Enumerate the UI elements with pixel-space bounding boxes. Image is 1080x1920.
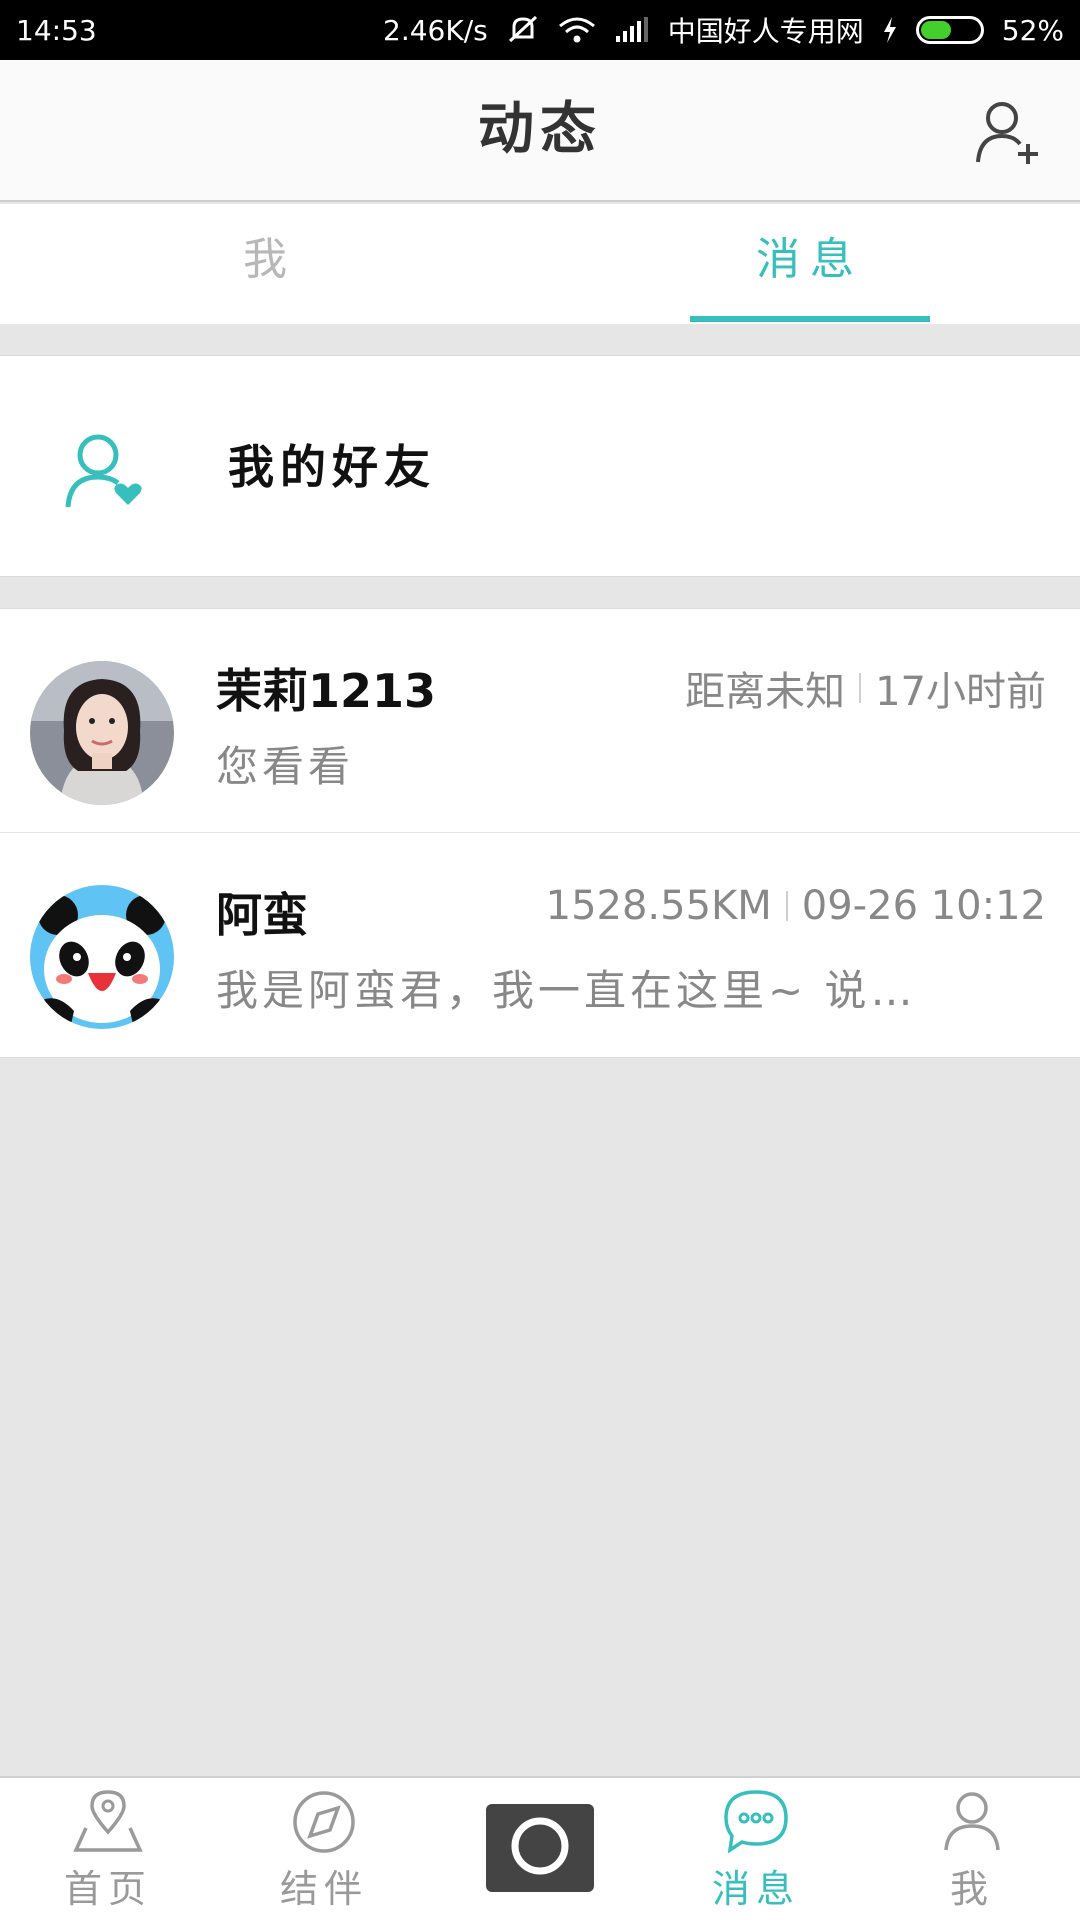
distance-text: 距离未知 (685, 669, 846, 715)
nav-camera[interactable] (432, 1778, 648, 1920)
camera-icon (511, 1817, 569, 1875)
camera-button[interactable] (486, 1804, 594, 1892)
chat-bubble-icon (724, 1790, 788, 1854)
mute-icon (506, 15, 540, 45)
panda-icon (30, 885, 174, 1029)
nav-messages[interactable]: 消息 (648, 1778, 864, 1920)
nav-companion-label: 结伴 (279, 1867, 368, 1911)
nav-home[interactable]: 首页 (0, 1778, 216, 1920)
person-icon (944, 1792, 1000, 1851)
timestamp: 09-26 10:12 (801, 883, 1046, 929)
nav-me[interactable]: 我 (864, 1778, 1080, 1920)
status-time: 14:53 (16, 13, 97, 47)
battery-percent: 52% (1001, 13, 1064, 47)
top-bar: 动态 (0, 60, 1080, 202)
woman-portrait-avatar (30, 661, 174, 805)
divider (785, 891, 788, 921)
message-meta: 1528.55KM 09-26 10:12 (546, 883, 1046, 929)
wifi-icon (558, 16, 596, 44)
message-preview: 您看看 (216, 742, 355, 791)
battery-icon (915, 16, 984, 44)
timestamp: 17小时前 (875, 669, 1046, 715)
my-friends-row[interactable]: 我的好友 (0, 355, 1080, 577)
message-item[interactable]: 茉莉1213 距离未知 17小时前 您看看 (0, 609, 1080, 833)
tab-messages[interactable]: 消息 (540, 204, 1080, 324)
contact-name: 阿蛮 (216, 888, 308, 942)
message-list: 茉莉1213 距离未知 17小时前 您看看 阿蛮 1528.55KM 09-26… (0, 608, 1080, 1058)
status-right: 2.46K/s 中国好人专用网 52% (383, 10, 1064, 50)
battery-fill (920, 21, 951, 39)
message-preview: 我是阿蛮君，我一直在这里~ 说… (216, 966, 917, 1015)
my-friends-label: 我的好友 (228, 440, 436, 494)
bottom-nav: 首页 结伴 消息 我 (0, 1776, 1080, 1920)
nav-home-label: 首页 (63, 1867, 152, 1911)
distance-text: 1528.55KM (545, 883, 772, 929)
compass-icon (293, 1791, 355, 1853)
signal-icon (614, 16, 650, 44)
nav-messages-label: 消息 (711, 1867, 800, 1911)
avatar[interactable] (30, 885, 174, 1029)
message-meta: 距离未知 17小时前 (685, 659, 1046, 717)
net-speed: 2.46K/s (383, 13, 488, 47)
divider (859, 673, 862, 703)
avatar[interactable] (30, 661, 174, 805)
friends-heart-icon (65, 434, 142, 508)
location-pin-icon (73, 1790, 143, 1852)
add-friend-button[interactable] (974, 98, 1042, 166)
carrier-name: 中国好人专用网 (667, 15, 864, 48)
tab-me[interactable]: 我 (0, 204, 540, 324)
add-person-icon (976, 102, 1038, 164)
nav-companion[interactable]: 结伴 (216, 1778, 432, 1920)
message-item[interactable]: 阿蛮 1528.55KM 09-26 10:12 我是阿蛮君，我一直在这里~ 说… (0, 833, 1080, 1057)
nav-me-label: 我 (949, 1867, 994, 1911)
tab-bar: 我 消息 (0, 204, 1080, 324)
status-bar: 14:53 2.46K/s 中国好人专用网 52% (0, 0, 1080, 60)
page-title: 动态 (478, 97, 602, 162)
contact-name: 茉莉1213 (216, 664, 437, 718)
charging-icon (882, 16, 898, 44)
